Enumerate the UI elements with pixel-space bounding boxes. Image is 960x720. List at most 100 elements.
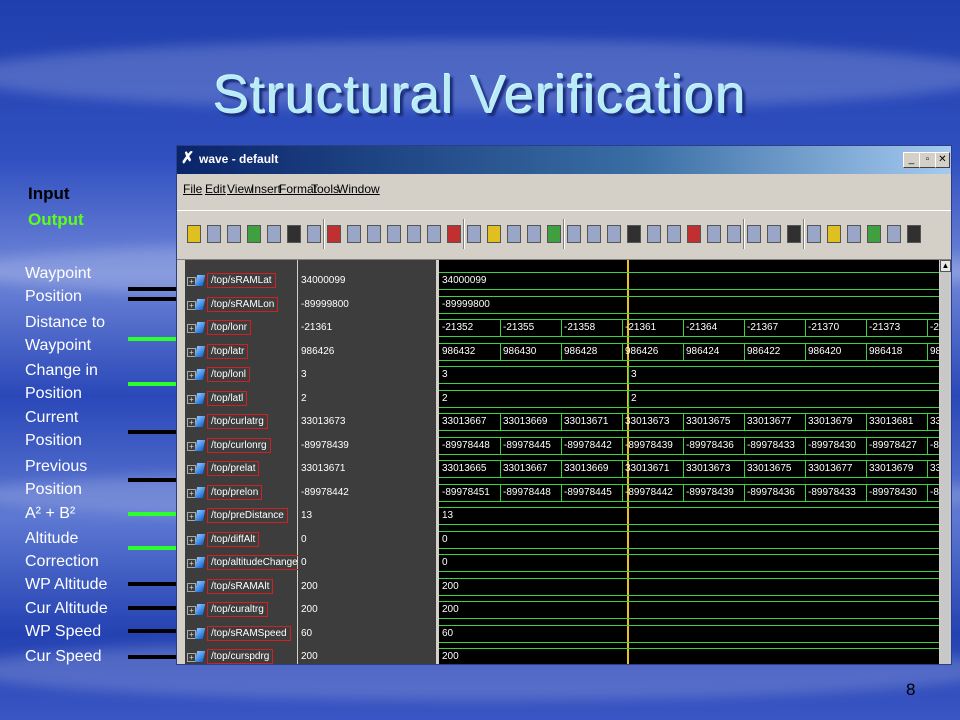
toolbar-tool-icon[interactable] — [227, 225, 241, 243]
toolbar-tool-icon[interactable] — [447, 225, 461, 243]
wave-transition — [744, 483, 745, 501]
waveform-pane[interactable]: 34000099 -89999800 -21352 -21355 -21358 -2136… — [439, 260, 939, 664]
signal-name[interactable]: /top/sRAMSpeed — [207, 625, 291, 641]
toolbar-separator — [563, 219, 565, 249]
toolbar-tool-icon[interactable] — [647, 225, 661, 243]
signal-name[interactable]: /top/lonr — [207, 320, 252, 335]
wave-segment-value: -8997... — [930, 439, 939, 451]
wave-segment-value: -21361 — [625, 322, 657, 333]
toolbar-tool-icon[interactable] — [687, 225, 701, 243]
signal-row[interactable]: +/top/sRAMSpeed — [185, 623, 297, 645]
signal-row[interactable]: +/top/prelat — [185, 458, 297, 480]
wave-segment-value: 33013... — [930, 463, 939, 474]
menu-file[interactable]: File — [183, 182, 202, 196]
wave-window[interactable]: ✗ wave - default _ ▫ ✕ File Edit View In… — [176, 145, 952, 665]
toolbar-tool-icon[interactable] — [847, 225, 861, 243]
signal-name[interactable]: /top/latr — [207, 343, 249, 359]
close-button[interactable]: ✕ — [935, 152, 950, 168]
signal-row[interactable]: +/top/lonl — [185, 364, 297, 386]
toolbar-tool-icon[interactable] — [307, 225, 321, 243]
time-cursor[interactable] — [627, 260, 629, 664]
toolbar-tool-icon[interactable] — [507, 225, 521, 243]
toolbar-tool-icon[interactable] — [187, 225, 201, 243]
toolbar-tool-icon[interactable] — [667, 225, 681, 243]
vertical-scrollbar[interactable]: ▲ — [940, 260, 951, 664]
signal-name[interactable]: /top/curspdrg — [207, 649, 274, 664]
restore-button[interactable]: ▫ — [919, 152, 936, 168]
signal-row[interactable]: +/top/sRAMLon — [185, 294, 297, 316]
toolbar-tool-icon[interactable] — [887, 225, 901, 243]
signal-name[interactable]: /top/diffAlt — [207, 531, 260, 547]
toolbar-tool-icon[interactable] — [347, 225, 361, 243]
toolbar-tool-icon[interactable] — [467, 225, 481, 243]
toolbar-tool-icon[interactable] — [567, 225, 581, 243]
signal-name[interactable]: /top/curlatrg — [207, 414, 268, 429]
signal-name[interactable]: /top/sRAMLon — [207, 296, 279, 312]
menu-view[interactable]: View — [227, 182, 253, 196]
toolbar-tool-icon[interactable] — [267, 225, 281, 243]
signal-row[interactable]: +/top/curlonrg — [185, 435, 297, 457]
toolbar-tool-icon[interactable] — [547, 225, 561, 243]
signal-row[interactable]: +/top/lonr — [185, 317, 297, 339]
toolbar-tool-icon[interactable] — [427, 225, 441, 243]
toolbar-tool-icon[interactable] — [707, 225, 721, 243]
toolbar-tool-icon[interactable] — [747, 225, 761, 243]
toolbar-tool-icon[interactable] — [827, 225, 841, 243]
menu-edit[interactable]: Edit — [205, 182, 226, 196]
toolbar-tool-icon[interactable] — [807, 225, 821, 243]
wave-segment-value: -89978445 — [564, 486, 612, 498]
signal-row[interactable]: +/top/curlatrg — [185, 411, 297, 433]
signal-name[interactable]: /top/prelat — [207, 461, 260, 476]
menu-window[interactable]: Window — [337, 182, 380, 196]
signal-name[interactable]: /top/preDistance — [207, 508, 288, 523]
signal-name[interactable]: /top/curlonrg — [207, 437, 271, 453]
signal-row[interactable]: +/top/latr — [185, 341, 297, 363]
toolbar-tool-icon[interactable] — [287, 225, 301, 243]
signal-name[interactable]: /top/lonl — [207, 367, 251, 382]
toolbar-tool-icon[interactable] — [367, 225, 381, 243]
toolbar-tool-icon[interactable] — [387, 225, 401, 243]
minimize-button[interactable]: _ — [903, 152, 920, 168]
signal-row[interactable]: +/top/diffAlt — [185, 529, 297, 551]
toolbar-tool-icon[interactable] — [867, 225, 881, 243]
toolbar-tool-icon[interactable] — [907, 225, 921, 243]
wave-transition — [561, 483, 562, 501]
toolbar-tool-icon[interactable] — [487, 225, 501, 243]
toolbar-tool-icon[interactable] — [787, 225, 801, 243]
signal-name[interactable]: /top/latl — [207, 390, 248, 406]
signal-name[interactable]: /top/sRAMLat — [207, 273, 276, 288]
wave-bus-edge — [439, 336, 939, 337]
signal-row[interactable]: +/top/prelon — [185, 482, 297, 504]
toolbar-tool-icon[interactable] — [407, 225, 421, 243]
signal-row[interactable]: +/top/altitudeChangeout — [185, 552, 316, 574]
signal-icon — [194, 604, 206, 615]
toolbar-tool-icon[interactable] — [767, 225, 781, 243]
toolbar-tool-icon[interactable] — [327, 225, 341, 243]
signal-name[interactable]: /top/prelon — [207, 484, 263, 500]
menu-insert[interactable]: Insert — [251, 182, 281, 196]
signal-row[interactable]: +/top/sRAMLat — [185, 270, 297, 292]
scroll-up-icon[interactable]: ▲ — [940, 260, 951, 272]
toolbar-tool-icon[interactable] — [527, 225, 541, 243]
signal-row[interactable]: +/top/latl — [185, 388, 297, 410]
signal-icon — [194, 392, 206, 404]
signal-value: -89978439 — [301, 439, 349, 451]
toolbar-tool-icon[interactable] — [247, 225, 261, 243]
signal-name[interactable]: /top/curaltrg — [207, 602, 268, 617]
window-titlebar[interactable]: ✗ wave - default _ ▫ ✕ — [177, 146, 951, 174]
signal-value: 33013673 — [301, 416, 346, 427]
wave-transition — [683, 483, 684, 501]
signal-row[interactable]: +/top/curaltrg — [185, 599, 297, 621]
signal-row[interactable]: +/top/sRAMAlt — [185, 576, 297, 598]
wave-bus-edge — [439, 383, 939, 384]
toolbar-tool-icon[interactable] — [627, 225, 641, 243]
toolbar-tool-icon[interactable] — [727, 225, 741, 243]
toolbar-tool-icon[interactable] — [207, 225, 221, 243]
slide-title: Structural Verification — [213, 65, 747, 125]
signal-row[interactable]: +/top/preDistance — [185, 505, 297, 527]
signal-row[interactable]: +/top/curspdrg — [185, 646, 297, 664]
signal-name[interactable]: /top/sRAMAlt — [207, 578, 274, 594]
toolbar-tool-icon[interactable] — [587, 225, 601, 243]
toolbar-tool-icon[interactable] — [607, 225, 621, 243]
menu-tools[interactable]: Tools — [311, 182, 339, 196]
